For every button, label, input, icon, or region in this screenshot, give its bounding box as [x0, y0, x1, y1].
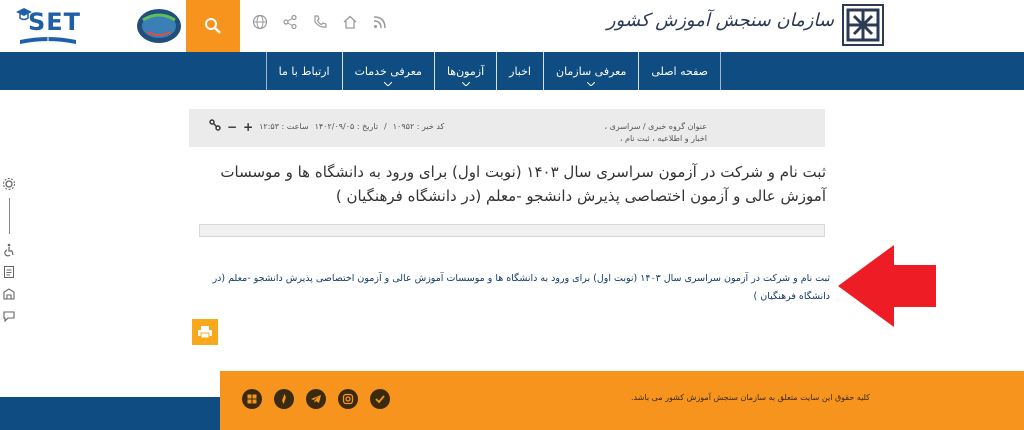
- aparat-icon[interactable]: [242, 389, 262, 409]
- emblem-logo: [137, 9, 181, 43]
- nav-item-label: آزمون‌ها: [446, 64, 485, 78]
- font-decrease-button[interactable]: −: [227, 120, 237, 134]
- nav-item-5[interactable]: ارتباط با ما: [265, 52, 343, 90]
- search-button[interactable]: [186, 0, 240, 52]
- search-icon: [205, 18, 221, 34]
- news-group: عنوان گروه خبری / سراسری ، اخبار و اطلاع…: [605, 121, 707, 145]
- share-link-icon[interactable]: [209, 119, 221, 134]
- eitaa-icon[interactable]: [370, 389, 390, 409]
- news-group-line1: عنوان گروه خبری / سراسری ،: [604, 122, 707, 131]
- news-meta-box: عنوان گروه خبری / سراسری ، اخبار و اطلاع…: [189, 109, 825, 147]
- nav-item-label: معرفی سازمان: [555, 64, 627, 78]
- meta-separator: /: [384, 122, 387, 131]
- news-meta-controls: − + ساعت : ۱۲:۵۳ تاریخ : ۱۴۰۲/۰۹/۰۵ / کد…: [209, 119, 444, 134]
- org-name: سازمان سنجش آموزش کشور: [606, 10, 834, 31]
- social-links: [242, 389, 390, 409]
- globe-icon[interactable]: [252, 14, 268, 30]
- home-icon[interactable]: [342, 14, 358, 30]
- red-arrow-annotation: [838, 245, 936, 327]
- set-logo[interactable]: SET: [10, 4, 86, 50]
- toolbar-divider: [9, 198, 10, 234]
- site-footer: کلیه حقوق این سایت متعلق به سازمان سنجش …: [220, 371, 1024, 430]
- content-divider-bar: [199, 224, 825, 237]
- rss-icon[interactable]: [372, 14, 388, 30]
- nav-item-2[interactable]: اخبار: [496, 52, 544, 90]
- font-increase-button[interactable]: +: [243, 120, 253, 134]
- chat-icon[interactable]: [2, 308, 16, 323]
- chevron-down-icon: [587, 82, 596, 86]
- nav-item-label: معرفی خدمات: [354, 64, 422, 78]
- share-icon[interactable]: [282, 14, 298, 30]
- nav-item-label: ارتباط با ما: [278, 64, 330, 78]
- site-header: SET سازمان سنجش آموزش کشور: [0, 0, 1024, 52]
- building-icon[interactable]: [2, 286, 16, 300]
- settings-icon[interactable]: [2, 176, 16, 190]
- chevron-down-icon: [384, 82, 393, 86]
- registration-link[interactable]: ثبت نام و شرکت در آزمون سراسری سال ۱۴۰۳ …: [184, 270, 830, 306]
- news-code: کد خبر : ۱۰۹۵۲: [392, 122, 445, 131]
- nav-item-1[interactable]: معرفی سازمان: [542, 52, 640, 90]
- document-icon[interactable]: [2, 264, 16, 278]
- copyright-text: کلیه حقوق این سایت متعلق به سازمان سنجش …: [631, 393, 870, 402]
- print-button[interactable]: [192, 319, 218, 345]
- news-title: ثبت نام و شرکت در آزمون سراسری سال ۱۴۰۳ …: [220, 163, 826, 205]
- accessibility-toolbar: [2, 176, 20, 330]
- nav-item-3[interactable]: آزمون‌ها: [433, 52, 498, 90]
- chevron-down-icon: [461, 82, 470, 86]
- accessibility-icon[interactable]: [2, 242, 16, 257]
- phone-icon[interactable]: [312, 14, 328, 30]
- nav-item-label: صفحه اصلی: [651, 64, 708, 78]
- instagram-icon[interactable]: [338, 389, 358, 409]
- nav-item-0[interactable]: صفحه اصلی: [638, 52, 721, 90]
- news-time: ساعت : ۱۲:۵۳: [259, 122, 309, 131]
- printer-icon: [198, 326, 212, 339]
- telegram-icon[interactable]: [306, 389, 326, 409]
- soroush-icon[interactable]: [274, 389, 294, 409]
- org-logo[interactable]: [842, 4, 884, 46]
- news-date: تاریخ : ۱۴۰۲/۰۹/۰۵: [314, 122, 379, 131]
- nav-item-label: اخبار: [509, 64, 531, 78]
- nav-item-4[interactable]: معرفی خدمات: [341, 52, 435, 90]
- set-logo-text: SET: [28, 8, 82, 36]
- main-navbar: صفحه اصلی معرفی سازمان اخبار آزمون‌ها معرفی …: [0, 52, 1024, 90]
- news-group-line2: اخبار و اطلاعیه ، ثبت نام ،: [619, 134, 707, 143]
